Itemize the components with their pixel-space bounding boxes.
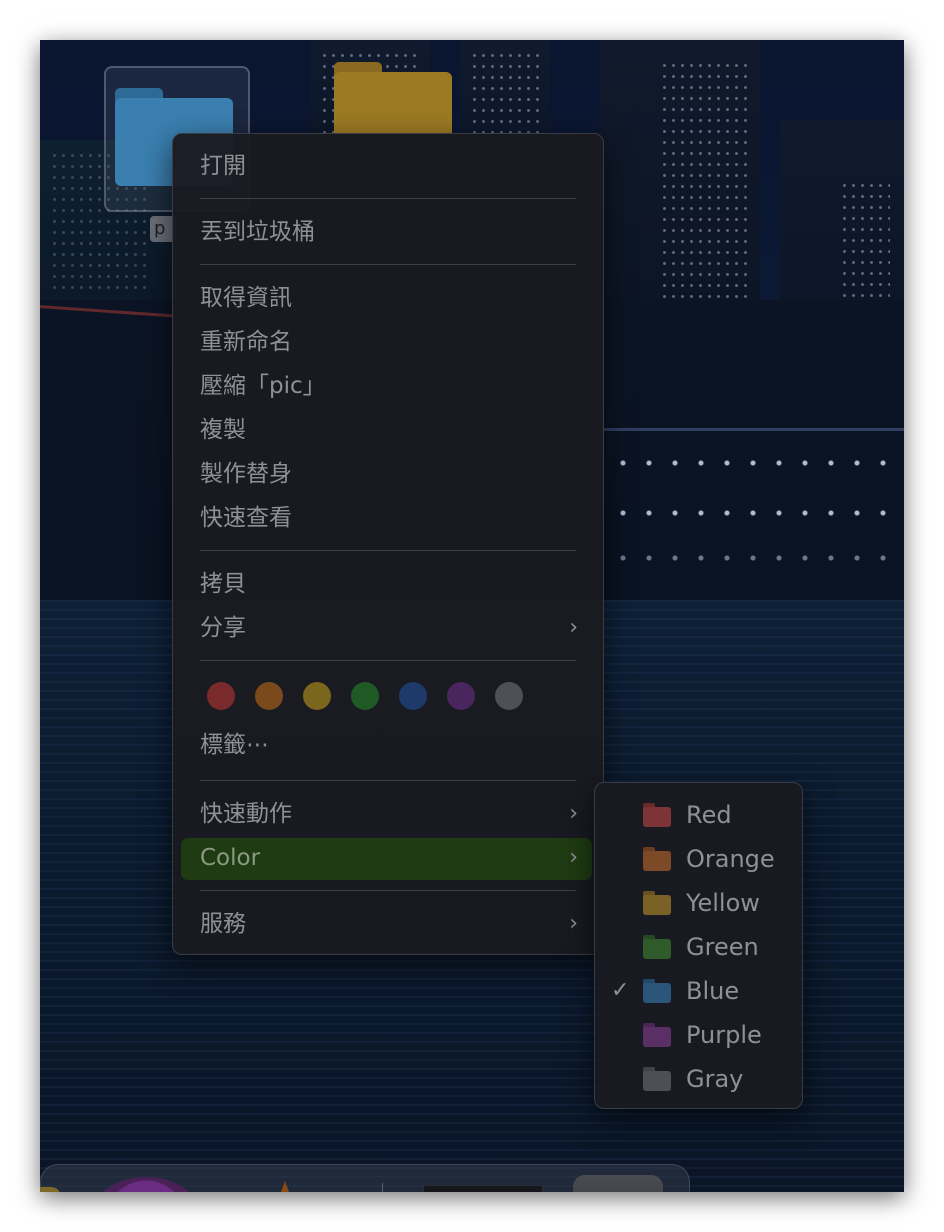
tag-dot-green[interactable] (351, 682, 379, 710)
menu-item-quick-actions[interactable]: 快速動作 › (181, 794, 592, 834)
chevron-right-icon: › (569, 845, 578, 870)
menu-item-label: Color (200, 845, 261, 871)
menu-item-open[interactable]: 打開 (181, 146, 592, 186)
menu-item-label: 快速查看 (200, 505, 292, 531)
menu-item-label: 打開 (200, 153, 246, 179)
color-option-label: Orange (686, 845, 775, 873)
gray-folder-icon (643, 1067, 671, 1091)
bridge-lights (610, 460, 900, 466)
menu-item-label: 製作替身 (200, 461, 292, 487)
menu-item-label: 取得資訊 (200, 285, 292, 311)
color-option-gray[interactable]: Gray (595, 1061, 802, 1105)
color-option-label: Green (686, 933, 759, 961)
menu-item-get-info[interactable]: 取得資訊 (181, 278, 592, 318)
tag-dot-red[interactable] (207, 682, 235, 710)
dock-separator (382, 1183, 383, 1192)
folder-icon[interactable] (334, 62, 452, 134)
dock (40, 1164, 690, 1192)
menu-item-label: 複製 (200, 417, 246, 443)
yellow-folder-icon (643, 891, 671, 915)
color-option-label: Purple (686, 1021, 762, 1049)
menu-item-rename[interactable]: 重新命名 (181, 322, 592, 362)
tag-dot-purple[interactable] (447, 682, 475, 710)
menu-item-label: 服務 (200, 911, 246, 937)
green-folder-icon (643, 935, 671, 959)
bridge (600, 428, 904, 431)
color-option-label: Yellow (686, 889, 760, 917)
vlc-cone-icon[interactable] (263, 1181, 307, 1192)
menu-separator (200, 264, 576, 265)
menu-item-tags[interactable]: 標籤⋯ (181, 725, 592, 765)
color-submenu: Red Orange Yellow Green ✓ Blue Purple Gr… (594, 782, 803, 1109)
menu-item-label: 標籤⋯ (200, 732, 269, 758)
tag-dot-gray[interactable] (495, 682, 523, 710)
purple-folder-icon (643, 1023, 671, 1047)
color-option-label: Gray (686, 1065, 744, 1093)
chevron-right-icon: › (569, 801, 578, 826)
menu-item-services[interactable]: 服務 › (181, 904, 592, 944)
menu-item-move-to-trash[interactable]: 丟到垃圾桶 (181, 212, 592, 252)
menu-separator (200, 660, 576, 661)
color-option-blue[interactable]: ✓ Blue (595, 973, 802, 1017)
tag-dot-orange[interactable] (255, 682, 283, 710)
color-option-label: Blue (686, 977, 740, 1005)
menu-item-make-alias[interactable]: 製作替身 (181, 454, 592, 494)
flower-app-icon[interactable] (91, 1177, 201, 1192)
dock-app-icon[interactable] (40, 1187, 61, 1192)
checkmark-icon: ✓ (611, 978, 630, 1003)
menu-item-quick-look[interactable]: 快速查看 (181, 498, 592, 538)
color-option-purple[interactable]: Purple (595, 1017, 802, 1061)
color-option-green[interactable]: Green (595, 929, 802, 973)
menu-item-color[interactable]: Color › (181, 838, 592, 880)
menu-item-label: 快速動作 (200, 801, 292, 827)
menu-item-label: 重新命名 (200, 329, 292, 355)
color-option-red[interactable]: Red (595, 797, 802, 841)
menu-item-label: 壓縮「pic」 (200, 373, 326, 399)
context-menu: 打開 丟到垃圾桶 取得資訊 重新命名 壓縮「pic」 複製 製作替身 快速查看 … (172, 133, 604, 955)
color-option-orange[interactable]: Orange (595, 841, 802, 885)
menu-separator (200, 198, 576, 199)
menu-item-compress[interactable]: 壓縮「pic」 (181, 366, 592, 406)
tag-dot-blue[interactable] (399, 682, 427, 710)
color-option-label: Red (686, 801, 732, 829)
menu-separator (200, 780, 576, 781)
menu-item-share[interactable]: 分享 › (181, 608, 592, 648)
trash-icon[interactable] (573, 1175, 663, 1192)
tag-dot-yellow[interactable] (303, 682, 331, 710)
menu-item-label: 拷貝 (200, 571, 246, 597)
bridge-lights (610, 555, 900, 561)
orange-folder-icon (643, 847, 671, 871)
bridge-lights (610, 510, 900, 516)
menu-item-label: 丟到垃圾桶 (200, 219, 315, 245)
color-option-yellow[interactable]: Yellow (595, 885, 802, 929)
building-lights (660, 60, 750, 320)
blue-folder-icon (643, 979, 671, 1003)
menu-separator (200, 890, 576, 891)
window-thumbnail[interactable] (423, 1185, 543, 1192)
chevron-right-icon: › (569, 911, 578, 936)
menu-item-label: 分享 (200, 615, 246, 641)
menu-item-duplicate[interactable]: 複製 (181, 410, 592, 450)
menu-item-copy[interactable]: 拷貝 (181, 564, 592, 604)
menu-separator (200, 550, 576, 551)
red-folder-icon (643, 803, 671, 827)
chevron-right-icon: › (569, 615, 578, 640)
